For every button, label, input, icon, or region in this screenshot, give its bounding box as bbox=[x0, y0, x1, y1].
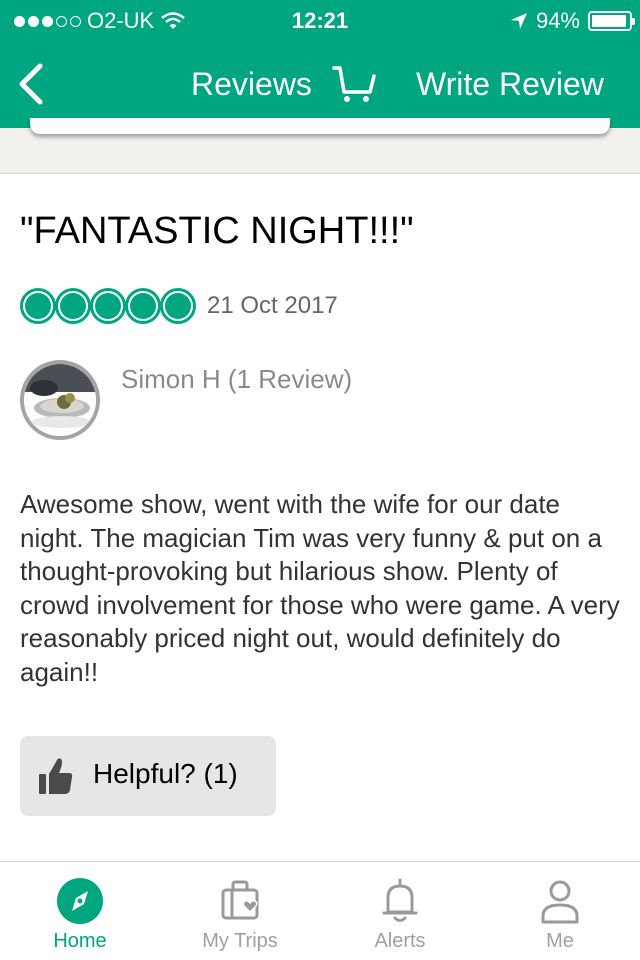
tab-label: Home bbox=[53, 930, 107, 952]
avatar[interactable] bbox=[20, 360, 100, 440]
rating-bubble bbox=[125, 288, 161, 324]
rating-bubble bbox=[55, 288, 91, 324]
tab-label: My Trips bbox=[202, 930, 278, 952]
bell-icon bbox=[382, 878, 418, 922]
rating-row: 21 Oct 2017 bbox=[20, 288, 338, 324]
review-title: "FANTASTIC NIGHT!!!" bbox=[20, 210, 414, 252]
tab-label: Alerts bbox=[374, 930, 426, 952]
top-bar: O2-UK 12:21 94% Reviews Write Review bbox=[0, 0, 640, 128]
thumbs-up-icon bbox=[39, 758, 73, 794]
compass-icon bbox=[57, 878, 103, 924]
rating-bubble bbox=[160, 288, 196, 324]
avatar-photo-icon bbox=[24, 364, 96, 436]
status-bar: O2-UK 12:21 94% bbox=[0, 0, 640, 40]
helpful-button[interactable]: Helpful? (1) bbox=[20, 736, 276, 816]
status-right: 94% bbox=[510, 8, 635, 34]
collapsed-card-edge bbox=[30, 118, 610, 134]
battery-icon bbox=[588, 11, 635, 31]
tab-alerts[interactable]: Alerts bbox=[320, 862, 480, 960]
suitcase-heart-icon bbox=[221, 880, 259, 920]
location-arrow-icon bbox=[510, 13, 527, 29]
rating-bubble bbox=[90, 288, 126, 324]
header-divider-band bbox=[0, 118, 640, 174]
helpful-label: Helpful? (1) bbox=[93, 758, 238, 789]
tab-label: Me bbox=[546, 930, 574, 952]
tab-bar: Home My Trips Alerts Me bbox=[0, 861, 640, 960]
review-body: Awesome show, went with the wife for our… bbox=[20, 489, 620, 687]
tab-home[interactable]: Home bbox=[0, 862, 160, 960]
back-chevron-icon[interactable] bbox=[14, 62, 50, 106]
rating-bubbles bbox=[20, 288, 196, 324]
tab-my-trips[interactable]: My Trips bbox=[160, 862, 320, 960]
navigation-bar: Reviews Write Review bbox=[0, 40, 640, 128]
battery-percent: 94% bbox=[535, 8, 580, 33]
person-icon bbox=[541, 880, 579, 924]
nav-title: Reviews bbox=[191, 66, 312, 102]
rating-bubble bbox=[20, 288, 56, 324]
tab-me[interactable]: Me bbox=[480, 862, 640, 960]
review-date: 21 Oct 2017 bbox=[207, 292, 338, 319]
cart-icon[interactable] bbox=[332, 64, 376, 104]
write-review-button[interactable]: Write Review bbox=[416, 66, 604, 103]
reviewer-name[interactable]: Simon H (1 Review) bbox=[121, 364, 352, 395]
